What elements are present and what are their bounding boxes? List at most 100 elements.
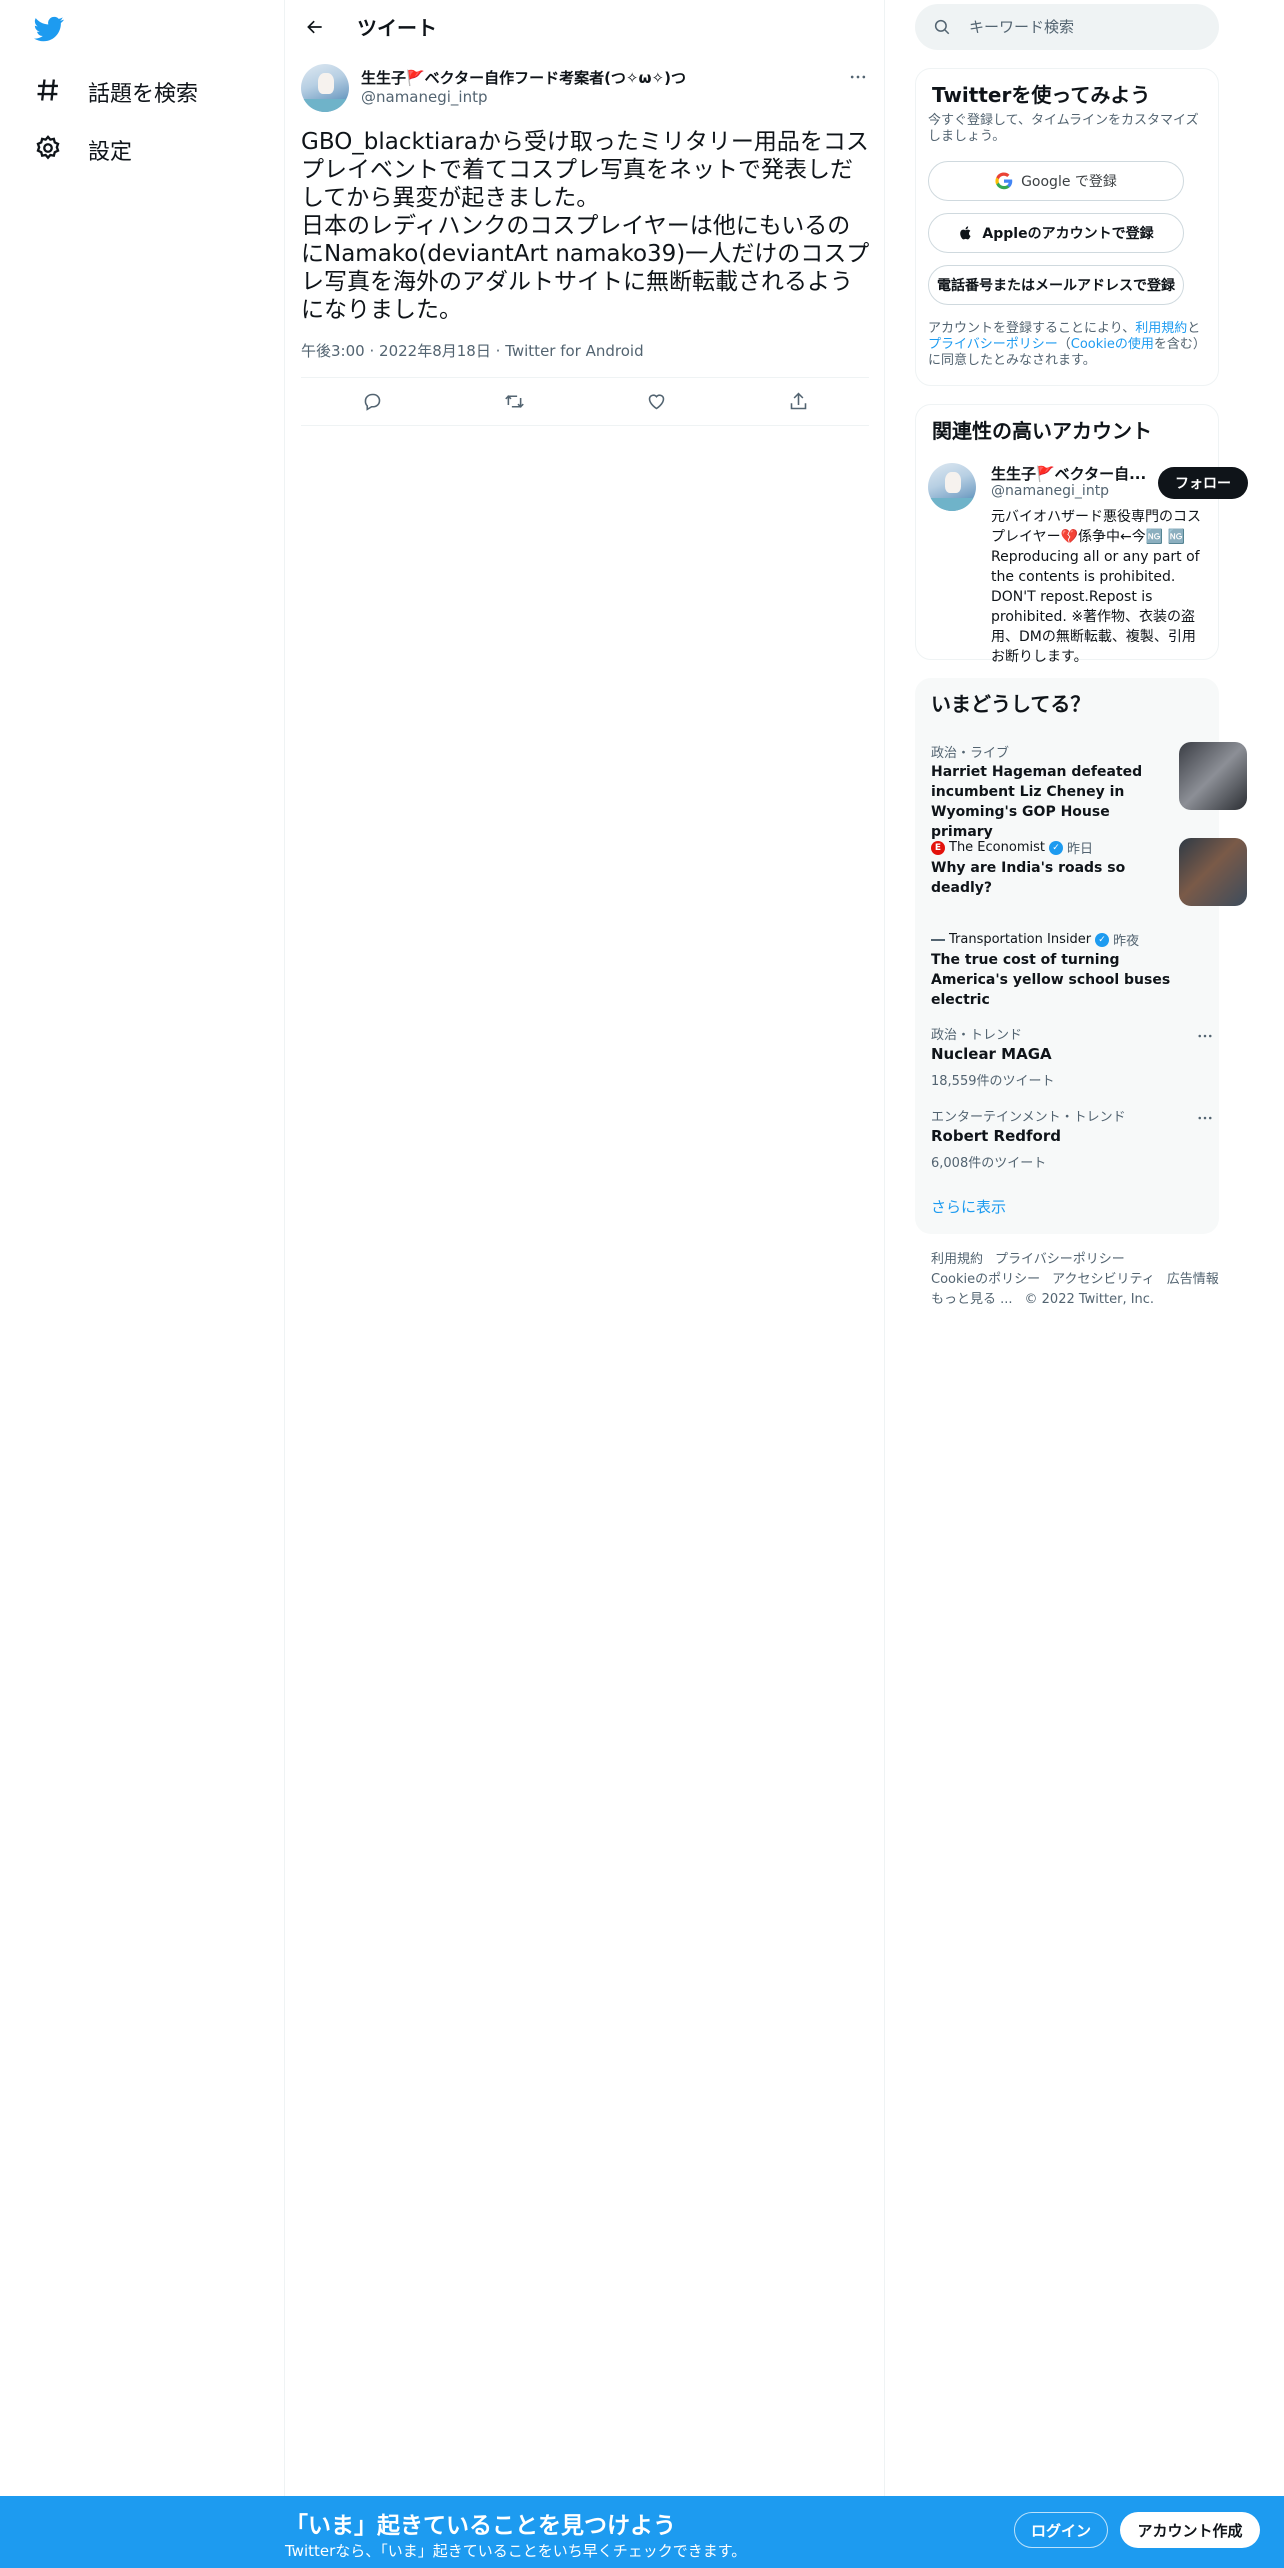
- tweet-time[interactable]: 午後3:00: [301, 342, 365, 360]
- trend-item[interactable]: E The Economist ✓ 昨日 Why are India's roa…: [915, 828, 1247, 912]
- meta-separator: ·: [495, 342, 501, 360]
- apple-signup-label: Appleのアカウントで登録: [982, 226, 1154, 242]
- follow-button[interactable]: フォロー: [1158, 467, 1248, 499]
- reply-button[interactable]: [353, 383, 391, 421]
- trend-more-icon[interactable]: [1193, 1106, 1217, 1130]
- tweet-source[interactable]: Twitter for Android: [505, 342, 643, 360]
- main-column: ツイート 生生子🚩ベクター自作フード考案者(つ✧ω✧)つ @namanegi_i…: [285, 0, 885, 2568]
- trend-item[interactable]: エンターテインメント・トレンド Robert Redford 6,008件のツイ…: [915, 1106, 1219, 1186]
- search-icon: [934, 19, 950, 35]
- footer-link[interactable]: プライバシーポリシー: [995, 1252, 1125, 1267]
- economist-logo-icon: E: [931, 840, 945, 855]
- create-account-button[interactable]: アカウント作成: [1120, 2512, 1260, 2548]
- verified-icon: ✓: [1048, 840, 1063, 855]
- meta-separator: ·: [369, 342, 375, 360]
- nav-explore-label: 話題を検索: [88, 82, 199, 107]
- twitter-bird-icon[interactable]: [32, 14, 66, 44]
- privacy-policy-link[interactable]: プライバシーポリシー: [928, 337, 1058, 352]
- footer-link[interactable]: 利用規約: [931, 1252, 983, 1267]
- trend-count: 6,008件のツイート: [931, 1156, 1047, 1171]
- trend-source-name: Transportation Insider: [949, 932, 1092, 947]
- related-accounts-card: 関連性の高いアカウント 生生子🚩ベクター自... @namanegi_intp …: [915, 404, 1248, 665]
- back-button[interactable]: [295, 7, 335, 47]
- trend-more-icon[interactable]: [1193, 1024, 1217, 1048]
- signup-terms: アカウントを登録することにより、利用規約とプライバシーポリシー（Cookieの使…: [928, 321, 1210, 369]
- terms-of-service-link[interactable]: 利用規約: [1135, 321, 1187, 336]
- trend-thumbnail: [1179, 742, 1247, 810]
- related-handle[interactable]: @namanegi_intp: [991, 483, 1109, 499]
- more-options-icon[interactable]: [841, 60, 875, 94]
- trends-title: いまどうしてる？: [931, 692, 1091, 716]
- copyright: © 2022 Twitter, Inc.: [1024, 1292, 1155, 1307]
- google-signup-button[interactable]: Google で登録: [928, 161, 1184, 201]
- related-bio: 元バイオハザード悪役専門のコスプレイヤー💔係争中←今🆖 🆖 Reproducin…: [991, 509, 1201, 665]
- related-title: 関連性の高いアカウント: [932, 419, 1152, 443]
- author-handle[interactable]: @namanegi_intp: [361, 88, 488, 106]
- signup-card: Twitterを使ってみよう 今すぐ登録して、タイムラインをカスタマイズしましょ…: [915, 68, 1219, 386]
- tweet-meta: 午後3:00 · 2022年8月18日 · Twitter for Androi…: [301, 340, 644, 361]
- trend-title: Why are India's roads so deadly?: [931, 860, 1126, 896]
- trend-source: Transportation Insider ✓ 昨夜: [931, 930, 1139, 949]
- footer-link[interactable]: アクセシビリティ: [1052, 1272, 1155, 1287]
- author-avatar[interactable]: [301, 64, 349, 112]
- retweet-icon: [504, 395, 524, 408]
- phone-email-signup-label: 電話番号またはメールアドレスで登録: [937, 278, 1175, 294]
- trend-item[interactable]: 政治・ライブ Harriet Hageman defeated incumben…: [915, 732, 1247, 840]
- trend-thumbnail: [1179, 838, 1247, 906]
- phone-email-signup-button[interactable]: 電話番号またはメールアドレスで登録: [928, 265, 1184, 305]
- related-avatar[interactable]: [928, 463, 976, 511]
- trend-item[interactable]: Transportation Insider ✓ 昨夜 The true cos…: [915, 920, 1219, 1008]
- tweet-date[interactable]: 2022年8月18日: [379, 342, 491, 360]
- footer-link[interactable]: 広告情報: [1167, 1272, 1219, 1287]
- insider-logo-icon: [931, 938, 945, 941]
- share-button[interactable]: [779, 383, 817, 421]
- trend-item[interactable]: 政治・トレンド Nuclear MAGA 18,559件のツイート: [915, 1024, 1219, 1104]
- back-arrow-icon: [307, 20, 322, 33]
- trends-card: いまどうしてる？ 政治・ライブ Harriet Hageman defeated…: [915, 678, 1247, 1234]
- terms-text: と: [1187, 321, 1201, 336]
- apple-icon: [960, 226, 971, 240]
- page-title: ツイート: [357, 16, 437, 40]
- trend-time: 昨日: [1066, 842, 1093, 857]
- terms-text: アカウントを登録することにより、: [928, 321, 1136, 336]
- trend-title: The true cost of turning America's yello…: [931, 952, 1171, 1008]
- left-sidebar: 話題を検索 設定: [0, 0, 285, 2568]
- tweet-text: GBO_blacktiaraから受け取ったミリタリー用品をコスプレイベントで着て…: [301, 129, 870, 323]
- search-input[interactable]: [969, 18, 1209, 36]
- tweet-action-bar: [301, 377, 869, 426]
- trend-count: 18,559件のツイート: [931, 1074, 1055, 1089]
- footer-link[interactable]: もっと見る ...: [931, 1292, 1013, 1307]
- bottom-banner: 「いま」起きていることを見つけよう Twitterなら、「いま」起きていることを…: [0, 2496, 1284, 2568]
- signup-title: Twitterを使ってみよう: [932, 83, 1151, 107]
- signup-subtitle: 今すぐ登録して、タイムラインをカスタマイズしましょう。: [928, 113, 1199, 144]
- heart-icon: [648, 394, 664, 410]
- retweet-button[interactable]: [495, 383, 533, 421]
- nav-settings[interactable]: 設定: [20, 124, 146, 176]
- nav-settings-label: 設定: [88, 140, 133, 165]
- trend-source: E The Economist ✓ 昨日: [931, 838, 1093, 857]
- footer-links: 利用規約 プライバシーポリシー Cookieのポリシー アクセシビリティ 広告情報 も…: [931, 1250, 1231, 1310]
- show-more-link[interactable]: さらに表示: [931, 1196, 1006, 1217]
- trend-category: 政治・トレンド: [931, 1028, 1023, 1043]
- search-bar[interactable]: [915, 4, 1219, 50]
- google-signup-label: Google で登録: [1021, 174, 1117, 190]
- terms-text: （: [1057, 337, 1071, 352]
- trend-title: Nuclear MAGA: [931, 1045, 1052, 1063]
- hashtag-icon: [34, 76, 62, 108]
- like-button[interactable]: [637, 383, 675, 421]
- login-button[interactable]: ログイン: [1014, 2512, 1108, 2548]
- trend-title: Robert Redford: [931, 1127, 1061, 1145]
- share-icon: [790, 392, 806, 410]
- banner-title: 「いま」起きていることを見つけよう: [285, 2513, 676, 2539]
- footer-link[interactable]: Cookieのポリシー: [931, 1272, 1040, 1287]
- trend-category: エンターテインメント・トレンド: [931, 1110, 1126, 1125]
- top-bar: ツイート: [285, 0, 885, 53]
- reply-icon: [364, 393, 380, 411]
- author-name[interactable]: 生生子🚩ベクター自作フード考案者(つ✧ω✧)つ: [361, 67, 686, 88]
- apple-signup-button[interactable]: Appleのアカウントで登録: [928, 213, 1184, 253]
- gear-icon: [34, 134, 62, 166]
- cookie-use-link[interactable]: Cookieの使用: [1071, 337, 1154, 352]
- trend-category: 政治・ライブ: [931, 746, 1010, 761]
- related-name[interactable]: 生生子🚩ベクター自...: [991, 463, 1151, 484]
- nav-explore[interactable]: 話題を検索: [20, 66, 212, 118]
